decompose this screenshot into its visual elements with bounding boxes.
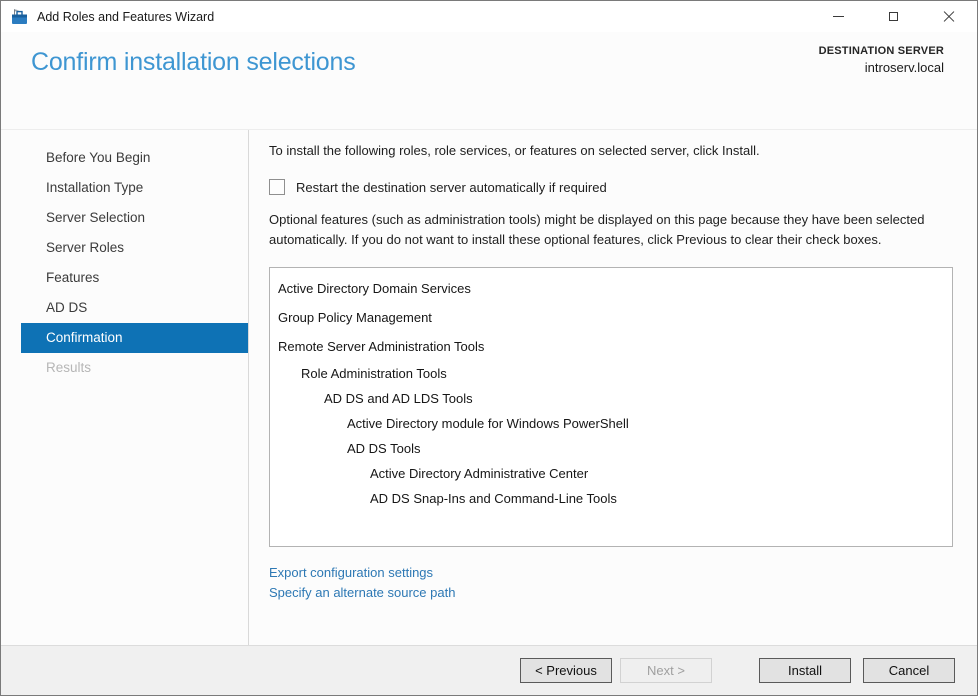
maximize-button[interactable] bbox=[866, 1, 921, 32]
minimize-icon bbox=[833, 16, 844, 17]
wizard-header: Confirm installation selections DESTINAT… bbox=[1, 32, 977, 129]
sidebar-item-ad-ds[interactable]: AD DS bbox=[21, 293, 248, 323]
intro-text: To install the following roles, role ser… bbox=[269, 143, 760, 158]
selection-item: Active Directory module for Windows Powe… bbox=[347, 416, 629, 431]
export-configuration-link[interactable]: Export configuration settings bbox=[269, 563, 433, 583]
wizard-steps-sidebar: Before You Begin Installation Type Serve… bbox=[1, 130, 249, 645]
selection-item: Group Policy Management bbox=[278, 310, 432, 325]
add-roles-features-wizard-window: Add Roles and Features Wizard Confirm in… bbox=[0, 0, 978, 696]
window-controls bbox=[811, 1, 976, 32]
previous-button[interactable]: < Previous bbox=[520, 658, 612, 683]
alternate-source-path-link[interactable]: Specify an alternate source path bbox=[269, 583, 455, 603]
maximize-icon bbox=[889, 12, 898, 21]
sidebar-item-installation-type[interactable]: Installation Type bbox=[21, 173, 248, 203]
install-button[interactable]: Install bbox=[759, 658, 851, 683]
selection-item: AD DS Tools bbox=[347, 441, 421, 456]
selection-item: Active Directory Domain Services bbox=[278, 281, 471, 296]
selection-item: Remote Server Administration Tools bbox=[278, 339, 485, 354]
selected-features-listbox: Active Directory Domain Services Group P… bbox=[269, 267, 953, 547]
sidebar-item-results: Results bbox=[46, 360, 92, 375]
destination-server-label: DESTINATION SERVER bbox=[818, 45, 944, 57]
selection-item: Active Directory Administrative Center bbox=[370, 466, 589, 481]
selection-item: Role Administration Tools bbox=[301, 366, 447, 381]
close-icon bbox=[943, 11, 955, 23]
wizard-body: Before You Begin Installation Type Serve… bbox=[1, 129, 977, 645]
optional-features-note: Optional features (such as administratio… bbox=[269, 212, 925, 247]
sidebar-item-features[interactable]: Features bbox=[21, 263, 248, 293]
confirmation-page-content: To install the following roles, role ser… bbox=[249, 130, 977, 645]
cancel-button[interactable]: Cancel bbox=[863, 658, 955, 683]
footer-links: Export configuration settings Specify an… bbox=[269, 563, 953, 603]
wizard-button-bar: < Previous Next > Install Cancel bbox=[1, 645, 977, 695]
sidebar-item-confirmation[interactable]: Confirmation bbox=[21, 323, 248, 353]
minimize-button[interactable] bbox=[811, 1, 866, 32]
selection-item: AD DS and AD LDS Tools bbox=[324, 391, 473, 406]
selection-item: AD DS Snap-Ins and Command-Line Tools bbox=[370, 491, 617, 506]
sidebar-item-server-roles[interactable]: Server Roles bbox=[21, 233, 248, 263]
restart-checkbox[interactable] bbox=[269, 179, 285, 195]
window-title: Add Roles and Features Wizard bbox=[37, 9, 215, 24]
server-manager-icon[interactable] bbox=[11, 8, 28, 25]
restart-checkbox-row: Restart the destination server automatic… bbox=[269, 179, 953, 195]
page-title: Confirm installation selections bbox=[31, 48, 356, 76]
restart-checkbox-label[interactable]: Restart the destination server automatic… bbox=[296, 180, 607, 195]
sidebar-item-server-selection[interactable]: Server Selection bbox=[21, 203, 248, 233]
next-button: Next > bbox=[620, 658, 712, 683]
destination-server-value: introserv.local bbox=[864, 60, 944, 75]
sidebar-item-before-you-begin[interactable]: Before You Begin bbox=[21, 143, 248, 173]
titlebar: Add Roles and Features Wizard bbox=[1, 1, 977, 32]
close-button[interactable] bbox=[921, 1, 976, 32]
destination-server-block: DESTINATION SERVER introserv.local bbox=[819, 45, 944, 75]
